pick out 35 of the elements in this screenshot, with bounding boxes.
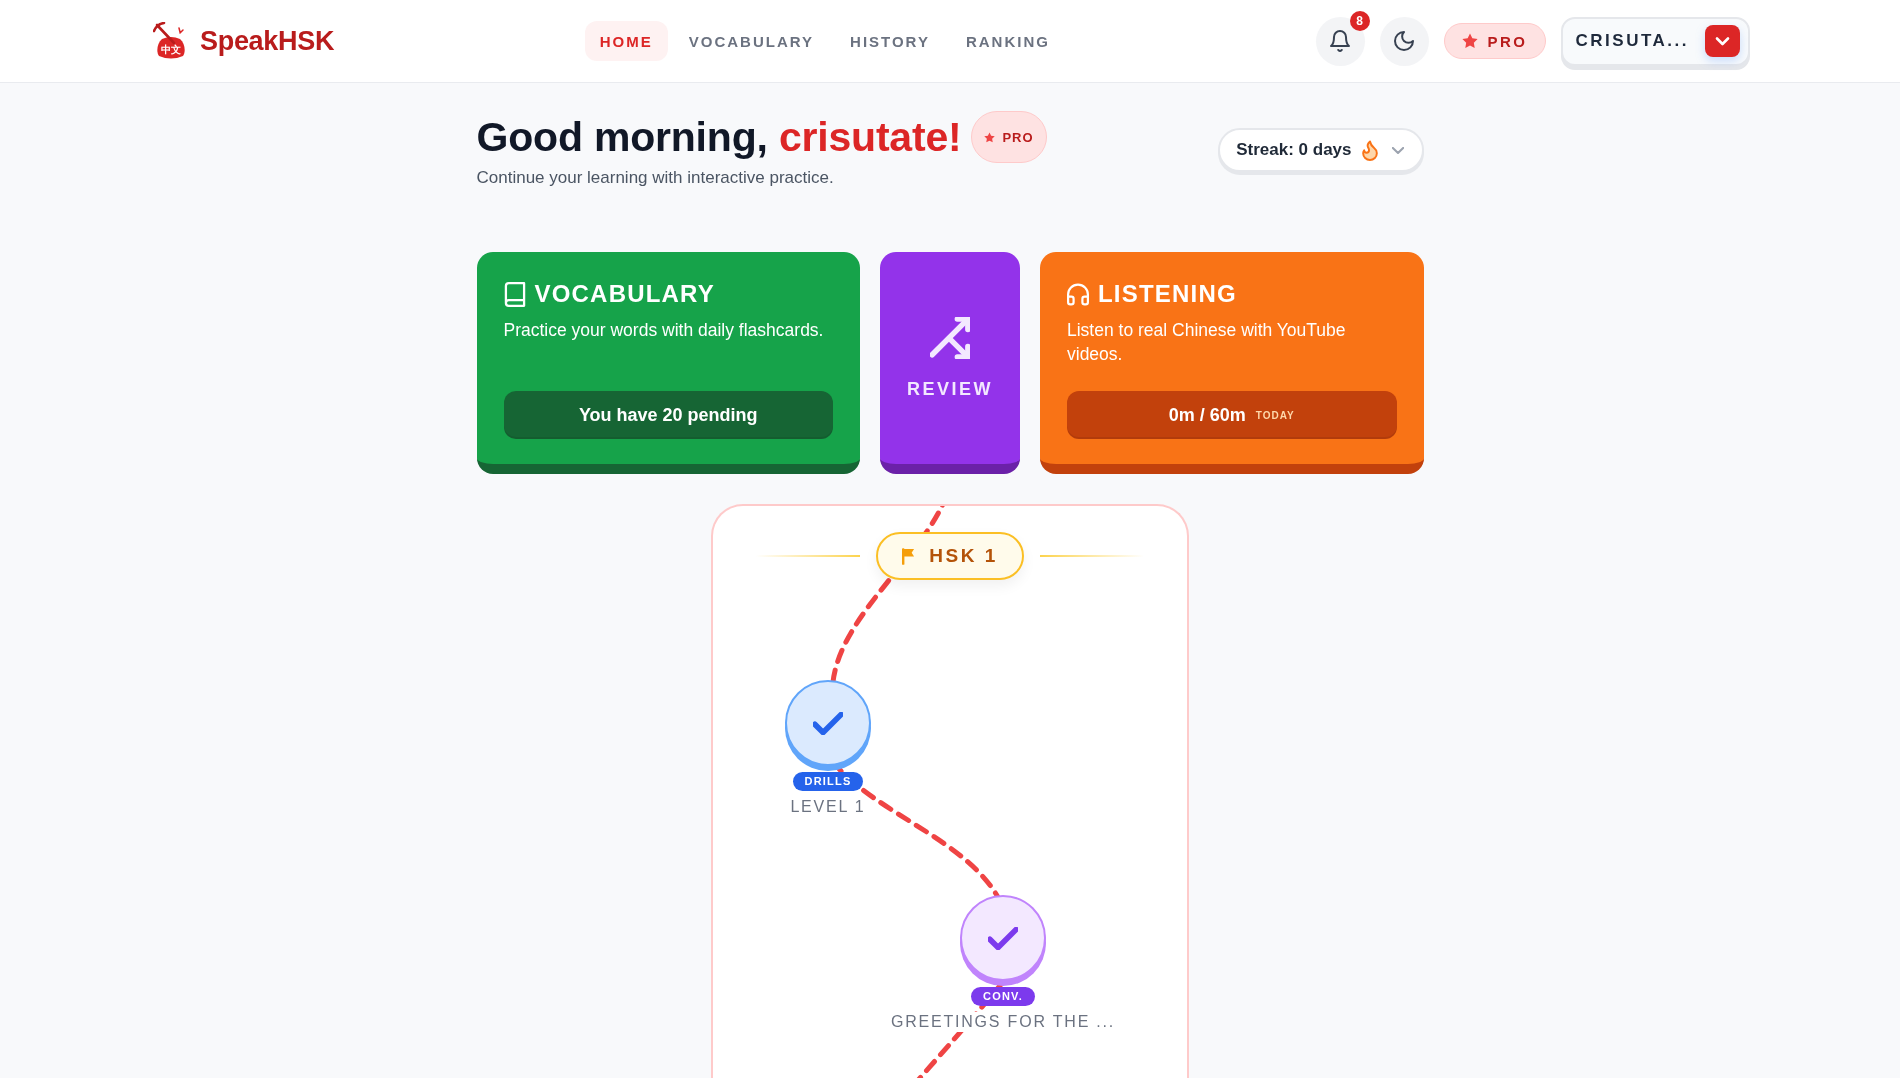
logo-mark-text: 中文 [161, 44, 181, 55]
greeting-heading: Good morning, crisutate! [476, 113, 962, 161]
check-icon [813, 711, 843, 735]
nav-tab[interactable]: RANKING [950, 21, 1065, 61]
star-icon [1461, 33, 1478, 49]
card-description: Practice your words with daily flashcards. [503, 319, 825, 342]
greeting-subtitle: Continue your learning with interactive practice. [476, 168, 835, 188]
lesson-type-label: DRILLS [792, 772, 864, 791]
nav-tab[interactable]: HOME [584, 21, 668, 61]
moon-icon [1394, 30, 1414, 52]
star-icon [984, 131, 996, 143]
level-section-button[interactable]: HSK 1 [876, 532, 1024, 580]
check-icon [988, 926, 1018, 950]
bell-icon [1330, 30, 1350, 52]
book-icon [503, 281, 526, 307]
card-title: VOCABULARY [534, 280, 715, 308]
chevron-down-icon [1705, 25, 1740, 57]
nav-tab[interactable]: HISTORY [835, 21, 945, 61]
card-action-button[interactable]: You have 20 pending [503, 391, 833, 439]
streak-dropdown[interactable]: Streak: 0 days [1218, 128, 1424, 172]
flame-icon [1361, 139, 1378, 161]
headphones-icon [1067, 281, 1089, 307]
pro-button[interactable]: PRO [1443, 23, 1546, 59]
chevron-down-icon [1391, 146, 1404, 154]
flag-icon [902, 547, 916, 565]
nav-tab[interactable]: VOCABULARY [673, 21, 830, 61]
pro-label: PRO [1002, 129, 1034, 145]
card-title: LISTENING [1098, 280, 1237, 308]
card-description: Listen to real Chinese with YouTube videos. [1067, 319, 1347, 366]
shuffle-icon [930, 316, 970, 359]
review-card[interactable]: REVIEW [880, 252, 1020, 474]
brand-name: SpeakHSK [200, 25, 335, 57]
card-action-button[interactable]: 0m / 60m TODAY [1067, 391, 1397, 439]
lesson-type-label: CONV. [971, 987, 1035, 1006]
notification-count: 8 [1349, 10, 1370, 31]
